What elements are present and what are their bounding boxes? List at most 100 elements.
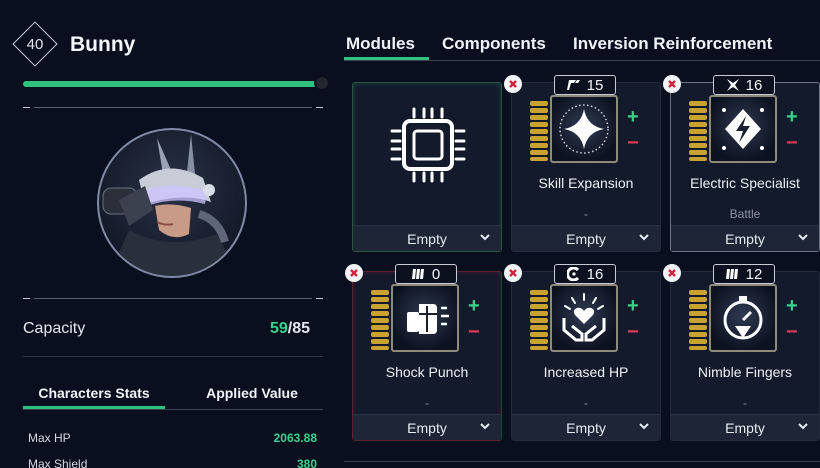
slot-dropdown-value: Empty [407,419,447,436]
stopwatch-icon [723,296,763,340]
slot-dropdown-value: Empty [725,419,765,436]
module-socket-type: - [425,396,429,410]
remove-level-button[interactable]: − [627,133,639,153]
character-name: Bunny [70,33,136,56]
tab-inversion-reinforcement[interactable]: Inversion Reinforcement [573,34,772,54]
stat-value: 2063.88 [273,431,317,445]
chevron-down-icon [480,234,490,241]
stat-label: Max Shield [28,457,88,468]
module-name: Electric Specialist [690,175,800,191]
module-slot[interactable]: 16 + − Increased HP - Empty [504,264,661,441]
divider [34,298,312,299]
divider-tick [316,298,323,299]
tab-applied-value[interactable]: Applied Value [181,385,323,401]
remove-level-button[interactable]: − [786,322,798,342]
remove-module-button[interactable] [504,75,522,93]
add-module-button[interactable]: + [627,296,639,316]
chevron-down-icon [798,234,808,241]
heart-hands-icon [562,293,606,342]
slot-dropdown[interactable]: Empty [512,414,660,440]
character-panel: 40 Bunny Capacity 59/85 Characters Stats… [0,0,340,468]
module-slot-core[interactable]: Empty [352,82,502,252]
remove-module-button[interactable] [345,264,363,282]
module-cost: 16 [745,76,763,94]
module-name: Increased HP [543,364,629,380]
capacity-value: 59/85 [270,320,310,338]
module-socket-type: - [584,207,588,221]
close-icon [350,269,358,277]
tabs-divider [344,60,820,61]
capacity-max: 85 [292,320,311,337]
remove-level-button[interactable]: − [627,322,639,342]
coin-stack-icon [530,101,548,161]
add-module-button[interactable]: + [627,107,639,127]
module-name: Nimble Fingers [697,364,793,380]
module-tile [709,95,777,163]
chip-icon [390,107,466,183]
module-name: Skill Expansion [538,175,634,191]
divider-tick [23,107,30,108]
bars-socket-icon [725,269,738,279]
remove-level-button[interactable]: − [468,322,480,342]
slot-dropdown[interactable]: Empty [671,225,819,251]
chevron-down-icon [798,423,808,430]
bunny-portrait-image [102,134,239,276]
hp-bar [23,81,323,87]
lightning-icon [722,108,764,150]
module-cost: 12 [745,265,763,283]
tab-characters-stats[interactable]: Characters Stats [23,385,165,401]
remove-module-button[interactable] [663,264,681,282]
module-slot-core[interactable]: 0 + − Shock Punch - Empty [345,264,502,441]
module-slot[interactable]: 15 + − Skill Expansion - Empty [504,75,661,252]
capacity-label: Capacity [23,320,86,337]
add-module-button[interactable]: + [468,296,480,316]
slot-dropdown[interactable]: Empty [353,414,501,440]
close-icon [668,80,676,88]
slot-dropdown-value: Empty [407,230,447,247]
module-cost: 15 [586,76,604,94]
module-socket-type: - [584,396,588,410]
hp-bar-fill [23,81,320,87]
remove-level-button[interactable]: − [786,133,798,153]
c-socket-icon [566,267,579,281]
module-slot[interactable]: 16 + − Electric Specialist Battle Empty [663,75,820,252]
module-cost: 0 [431,265,441,283]
module-tile [550,284,618,352]
coin-stack-icon [530,290,548,350]
module-slot[interactable]: 12 + − Nimble Fingers - Empty [663,264,820,441]
remove-module-button[interactable] [663,75,681,93]
chevron-down-icon [639,234,649,241]
chevron-down-icon [639,423,649,430]
tab-modules[interactable]: Modules [346,34,415,54]
module-socket-type: - [743,396,747,410]
character-level: 40 [26,35,44,53]
module-name: Shock Punch [385,364,469,380]
hp-bar-handle [314,75,330,91]
tab-components[interactable]: Components [442,34,546,54]
module-cost-badge: 12 [713,264,775,284]
module-tile [550,95,618,163]
slot-dropdown-value: Empty [566,419,606,436]
sparkle-icon [559,104,609,154]
close-icon [509,269,517,277]
module-socket-type: Battle [729,207,761,221]
module-cost-badge: 16 [554,264,616,284]
chevron-down-icon [480,423,490,430]
divider [23,409,323,410]
module-tile [709,284,777,352]
divider-tick [316,107,323,108]
capacity-used: 59 [270,320,288,337]
module-cost: 16 [586,265,604,283]
slot-dropdown[interactable]: Empty [671,414,819,440]
remove-module-button[interactable] [504,264,522,282]
add-module-button[interactable]: + [786,296,798,316]
coin-stack-icon [371,290,389,350]
add-module-button[interactable]: + [786,107,798,127]
slot-dropdown[interactable]: Empty [353,225,501,251]
module-tile [391,284,459,352]
bars-socket-icon [411,269,424,279]
coin-stack-icon [689,101,707,161]
slot-dropdown[interactable]: Empty [512,225,660,251]
coin-stack-icon [689,290,707,350]
stat-label: Max HP [28,431,71,445]
